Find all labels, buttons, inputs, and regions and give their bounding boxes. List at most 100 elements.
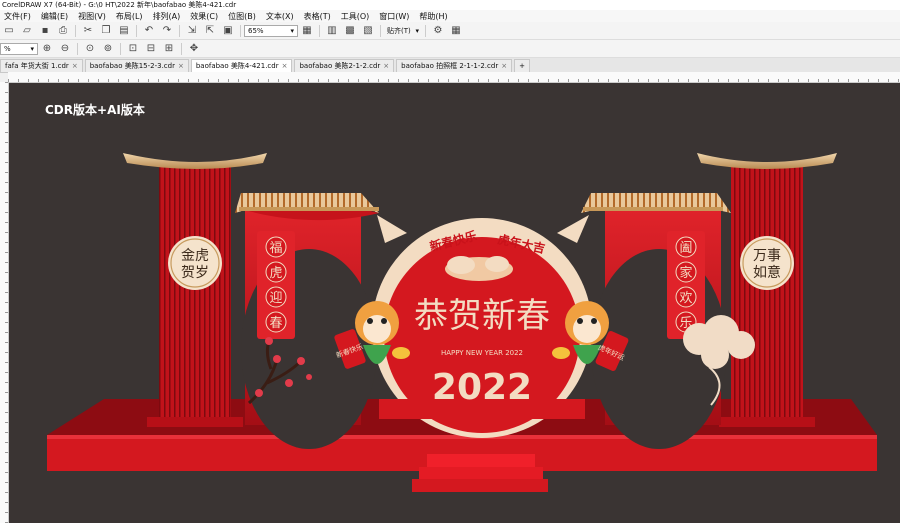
separator bbox=[425, 24, 426, 37]
menu-item[interactable]: 布局(L) bbox=[112, 11, 149, 22]
zoom-percent-select[interactable]: % ▾ bbox=[0, 42, 38, 55]
separator bbox=[120, 42, 121, 55]
import-icon[interactable]: ⇲ bbox=[185, 24, 199, 38]
left-badge-line1: 金虎 bbox=[181, 248, 209, 264]
menu-item[interactable]: 文件(F) bbox=[0, 11, 37, 22]
new-document-icon[interactable]: ▭ bbox=[2, 24, 16, 38]
separator bbox=[136, 24, 137, 37]
undo-icon[interactable]: ↶ bbox=[142, 24, 156, 38]
document-tab[interactable]: fafa 年货大街 1.cdr × bbox=[0, 59, 83, 72]
drawing-canvas[interactable]: CDR版本+AI版本 金虎 贺岁 万事 如意 福 虎 迎 春 阖 家 欢 乐 新… bbox=[9, 83, 900, 523]
pan-tool-icon[interactable]: ✥ bbox=[187, 42, 201, 56]
separator bbox=[77, 42, 78, 55]
horizontal-ruler[interactable] bbox=[8, 72, 900, 83]
left-couplet: 福虎迎春 bbox=[257, 231, 295, 339]
document-tab-label: baofabao 美陈2-1-2.cdr bbox=[299, 62, 381, 70]
zoom-level-value: 65% bbox=[248, 26, 264, 35]
standard-toolbar: ▭ ▱ ▪ ⎙ ✂ ❐ ▤ ↶ ↷ ⇲ ⇱ ▣ 65% ▾ ▦ ▥ ▩ ▧ 贴齐… bbox=[0, 22, 900, 40]
snap-to-select[interactable]: 贴齐(T) ▾ bbox=[384, 25, 422, 37]
open-icon[interactable]: ▱ bbox=[20, 24, 34, 38]
year-text: 2022 bbox=[432, 367, 532, 408]
couplet-char: 家 bbox=[679, 265, 692, 281]
separator bbox=[240, 24, 241, 37]
document-tab-label: fafa 年货大街 1.cdr bbox=[5, 62, 69, 70]
zoom-in-icon[interactable]: ⊕ bbox=[40, 42, 54, 56]
menu-item[interactable]: 位图(B) bbox=[224, 11, 262, 22]
zoom-width-icon[interactable]: ⊟ bbox=[144, 42, 158, 56]
document-tab[interactable]: baofabao 美陈2-1-2.cdr × bbox=[294, 59, 395, 72]
full-screen-preview-icon[interactable]: ▦ bbox=[300, 24, 314, 38]
print-icon[interactable]: ⎙ bbox=[56, 24, 70, 38]
chevron-down-icon: ▾ bbox=[290, 26, 294, 35]
menu-item[interactable]: 工具(O) bbox=[337, 11, 376, 22]
right-badge: 万事 如意 bbox=[740, 236, 794, 290]
chevron-down-icon: ▾ bbox=[415, 26, 419, 35]
vertical-ruler[interactable] bbox=[0, 82, 9, 523]
separator bbox=[75, 24, 76, 37]
close-icon[interactable]: × bbox=[501, 60, 507, 72]
close-icon[interactable]: × bbox=[178, 60, 184, 72]
paste-icon[interactable]: ▤ bbox=[117, 24, 131, 38]
show-rulers-icon[interactable]: ▥ bbox=[325, 24, 339, 38]
close-icon[interactable]: × bbox=[282, 60, 288, 72]
show-guidelines-icon[interactable]: ▧ bbox=[361, 24, 375, 38]
menu-bar: 文件(F) 编辑(E) 视图(V) 布局(L) 排列(A) 效果(C) 位图(B) 文本(X)… bbox=[0, 10, 900, 22]
left-badge-line2: 贺岁 bbox=[181, 265, 209, 281]
separator bbox=[179, 24, 180, 37]
menu-item[interactable]: 表格(T) bbox=[300, 11, 337, 22]
zoom-page-icon[interactable]: ⊡ bbox=[126, 42, 140, 56]
zoom-out-icon[interactable]: ⊖ bbox=[58, 42, 72, 56]
document-tab[interactable]: baofabao 美陈4-421.cdr × bbox=[190, 59, 293, 72]
chevron-down-icon: ▾ bbox=[30, 44, 34, 53]
right-badge-line1: 万事 bbox=[753, 248, 781, 264]
couplet-char: 阖 bbox=[679, 241, 692, 256]
application-launcher-icon[interactable]: ▦ bbox=[449, 24, 463, 38]
zoom-height-icon[interactable]: ⊞ bbox=[162, 42, 176, 56]
redo-icon[interactable]: ↷ bbox=[160, 24, 174, 38]
document-tabs: fafa 年货大街 1.cdr × baofabao 美陈15-2-3.cdr × ba… bbox=[0, 58, 900, 73]
add-tab-button[interactable]: + bbox=[514, 59, 530, 72]
menu-item[interactable]: 窗口(W) bbox=[375, 11, 415, 22]
menu-item[interactable]: 帮助(H) bbox=[415, 11, 453, 22]
couplet-char: 福 bbox=[269, 241, 282, 256]
show-grid-icon[interactable]: ▩ bbox=[343, 24, 357, 38]
menu-item[interactable]: 效果(C) bbox=[186, 11, 224, 22]
options-icon[interactable]: ⚙ bbox=[431, 24, 445, 38]
property-bar: % ▾ ⊕ ⊖ ⊙ ⊚ ⊡ ⊟ ⊞ ✥ bbox=[0, 40, 900, 58]
left-badge: 金虎 贺岁 bbox=[168, 236, 222, 290]
document-tab-label: baofabao 拍照框 2-1-1-2.cdr bbox=[401, 62, 499, 70]
zoom-all-objects-icon[interactable]: ⊚ bbox=[101, 42, 115, 56]
document-tab-label: baofabao 美陈4-421.cdr bbox=[195, 62, 279, 70]
couplet-char: 虎 bbox=[269, 266, 282, 281]
document-tab[interactable]: baofabao 美陈15-2-3.cdr × bbox=[84, 59, 189, 72]
menu-item[interactable]: 文本(X) bbox=[262, 11, 300, 22]
zoom-selected-icon[interactable]: ⊙ bbox=[83, 42, 97, 56]
publish-pdf-icon[interactable]: ▣ bbox=[221, 24, 235, 38]
right-couplet: 阖家欢乐 bbox=[667, 231, 705, 339]
central-medallion: 新春快乐 虎年大吉 恭贺新春 HAPPY NEW YEAR 2022 2022 bbox=[372, 215, 592, 438]
right-badge-line2: 如意 bbox=[753, 264, 781, 281]
separator bbox=[319, 24, 320, 37]
stage-artwork: 金虎 贺岁 万事 如意 福虎迎春 阖家欢乐 新春快乐 虎年大吉 恭贺新春 HAP… bbox=[47, 153, 877, 492]
document-tab-label: baofabao 美陈15-2-3.cdr bbox=[89, 62, 175, 70]
copy-icon[interactable]: ❐ bbox=[99, 24, 113, 38]
document-tab[interactable]: baofabao 拍照框 2-1-1-2.cdr × bbox=[396, 59, 513, 72]
stage-stairs bbox=[412, 454, 548, 492]
close-icon[interactable]: × bbox=[72, 60, 78, 72]
window-title: CorelDRAW X7 (64-Bit) - G:\0 HT\2022 新年\… bbox=[0, 0, 900, 10]
menu-item[interactable]: 编辑(E) bbox=[37, 11, 74, 22]
close-icon[interactable]: × bbox=[383, 60, 389, 72]
zoom-level-select[interactable]: 65% ▾ bbox=[244, 24, 298, 37]
separator bbox=[181, 42, 182, 55]
save-icon[interactable]: ▪ bbox=[38, 24, 52, 38]
zoom-percent-value: % bbox=[4, 44, 11, 53]
separator bbox=[380, 24, 381, 37]
cut-icon[interactable]: ✂ bbox=[81, 24, 95, 38]
export-icon[interactable]: ⇱ bbox=[203, 24, 217, 38]
menu-item[interactable]: 排列(A) bbox=[149, 11, 187, 22]
couplet-char: 迎 bbox=[269, 291, 282, 306]
main-title: 恭贺新春 bbox=[414, 296, 550, 336]
sub-title: HAPPY NEW YEAR 2022 bbox=[441, 349, 523, 357]
snap-to-label: 贴齐(T) bbox=[387, 26, 411, 35]
menu-item[interactable]: 视图(V) bbox=[74, 11, 112, 22]
